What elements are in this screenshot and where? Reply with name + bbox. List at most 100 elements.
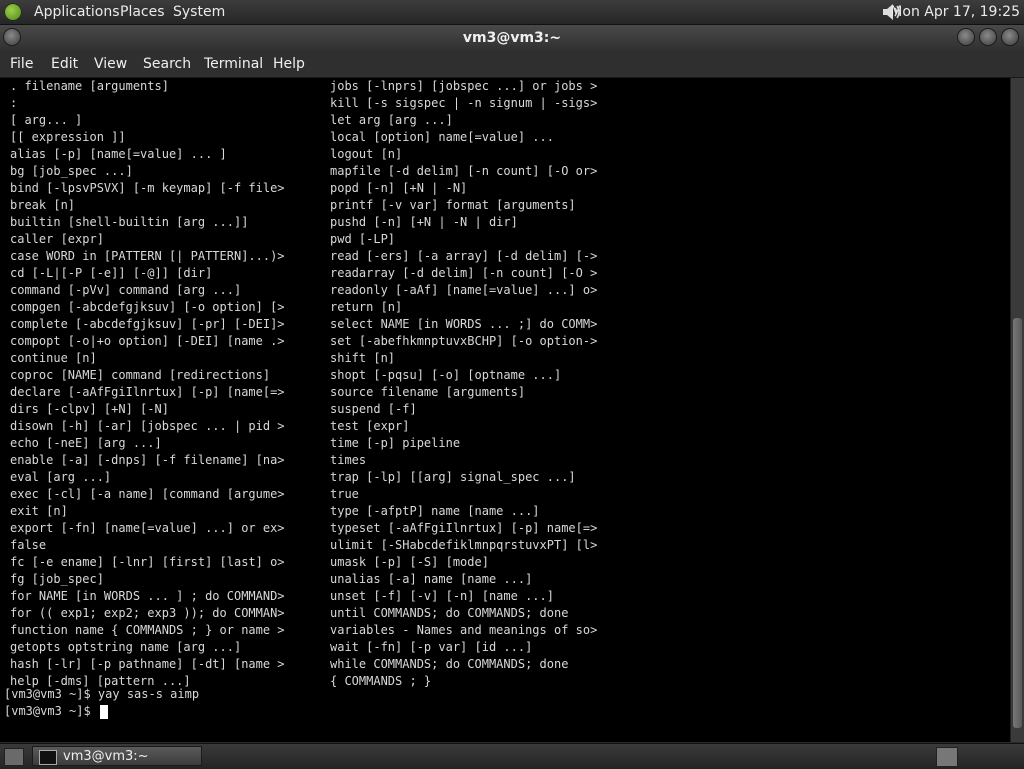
- menu-file[interactable]: File: [10, 51, 33, 77]
- menu-edit[interactable]: Edit: [51, 51, 78, 77]
- help-entry: variables - Names and meanings of so>: [330, 623, 598, 637]
- help-entry: time [-p] pipeline: [330, 436, 461, 450]
- scrollbar-thumb[interactable]: [1013, 318, 1022, 728]
- help-entry: test [expr]: [330, 419, 410, 433]
- bottom-panel: vm3@vm3:~: [0, 743, 1024, 769]
- help-entry: true: [330, 487, 359, 501]
- show-desktop-icon[interactable]: [4, 748, 24, 766]
- help-entry: popd [-n] [+N | -N]: [330, 181, 468, 195]
- help-entry: logout [n]: [330, 147, 403, 161]
- help-entry: getopts optstring name [arg ...]: [10, 640, 242, 654]
- help-entry: wait [-fn] [-p var] [id ...]: [330, 640, 533, 654]
- help-entry: break [n]: [10, 198, 76, 212]
- help-entry: alias [-p] [name[=value] ... ]: [10, 147, 227, 161]
- prompt-line-active[interactable]: [vm3@vm3 ~]$: [4, 703, 199, 720]
- system-menu[interactable]: System: [173, 0, 225, 24]
- window-menu-button[interactable]: [4, 29, 20, 45]
- help-entry: readonly [-aAf] [name[=value] ...] o>: [330, 283, 598, 297]
- help-entry: case WORD in [PATTERN [| PATTERN]...)>: [10, 249, 285, 263]
- help-entry: pushd [-n] [+N | -N | dir]: [330, 215, 518, 229]
- help-entry: unalias [-a] name [name ...]: [330, 572, 533, 586]
- help-entry: dirs [-clpv] [+N] [-N]: [10, 402, 169, 416]
- workspace-switcher-icon[interactable]: [936, 747, 958, 767]
- help-entry: command [-pVv] command [arg ...]: [10, 283, 242, 297]
- menu-help[interactable]: Help: [273, 51, 305, 77]
- close-button[interactable]: [1002, 29, 1018, 45]
- taskbar-item-label: vm3@vm3:~: [63, 749, 149, 764]
- menu-terminal[interactable]: Terminal: [204, 51, 263, 77]
- help-entry: for NAME [in WORDS ... ] ; do COMMAND>: [10, 589, 285, 603]
- help-entry: hash [-lr] [-p pathname] [-dt] [name >: [10, 657, 285, 671]
- help-entry: jobs [-lnprs] [jobspec ...] or jobs >: [330, 79, 598, 93]
- help-entry: caller [expr]: [10, 232, 104, 246]
- help-entry: enable [-a] [-dnps] [-f filename] [na>: [10, 453, 285, 467]
- prompt-text: [vm3@vm3 ~]$: [4, 704, 98, 718]
- maximize-button[interactable]: [980, 29, 996, 45]
- menu-view[interactable]: View: [94, 51, 127, 77]
- help-entry: trap [-lp] [[arg] signal_spec ...]: [330, 470, 576, 484]
- help-entry: readarray [-d delim] [-n count] [-O >: [330, 266, 598, 280]
- help-left-column: . filename [arguments]: [ arg... ] [[ expr…: [10, 78, 328, 690]
- help-entry: type [-afptP] name [name ...]: [330, 504, 540, 518]
- help-entry: disown [-h] [-ar] [jobspec ... | pid >: [10, 419, 285, 433]
- help-entry: [[ expression ]]: [10, 130, 126, 144]
- help-entry: false: [10, 538, 47, 552]
- help-entry: exec [-cl] [-a name] [command [argume>: [10, 487, 285, 501]
- help-entry: bind [-lpsvPSVX] [-m keymap] [-f file>: [10, 181, 285, 195]
- help-entry: builtin [shell-builtin [arg ...]]: [10, 215, 249, 229]
- help-entry: typeset [-aAfFgiIlnrtux] [-p] name[=>: [330, 521, 598, 535]
- help-entry: select NAME [in WORDS ... ;] do COMM>: [330, 317, 598, 331]
- help-entry: umask [-p] [-S] [mode]: [330, 555, 489, 569]
- help-entry: pwd [-LP]: [330, 232, 396, 246]
- help-entry: coproc [NAME] command [redirections]: [10, 368, 271, 382]
- help-entry: let arg [arg ...]: [330, 113, 453, 127]
- help-entry: complete [-abcdefgjksuv] [-pr] [-DEI]>: [10, 317, 285, 331]
- help-entry: fc [-e ename] [-lnr] [first] [last] o>: [10, 555, 285, 569]
- window-title: vm3@vm3:~: [462, 30, 562, 46]
- taskbar-item-terminal[interactable]: vm3@vm3:~: [32, 746, 202, 766]
- text-cursor: [99, 704, 108, 719]
- terminal-icon: [39, 750, 57, 765]
- help-entry: ulimit [-SHabcdefiklmnpqrstuvxPT] [l>: [330, 538, 598, 552]
- terminal-output[interactable]: . filename [arguments]: [ arg... ] [[ expr…: [0, 78, 1010, 742]
- clock[interactable]: Mon Apr 17, 19:25: [890, 0, 1020, 24]
- places-menu[interactable]: Places: [120, 0, 165, 24]
- help-entry: [ arg... ]: [10, 113, 83, 127]
- prompt-area: [vm3@vm3 ~]$ yay sas-s aimp [vm3@vm3 ~]$: [4, 686, 199, 720]
- help-entry: compgen [-abcdefgjksuv] [-o option] [>: [10, 300, 285, 314]
- help-entry: until COMMANDS; do COMMANDS; done: [330, 606, 569, 620]
- help-entry: shopt [-pqsu] [-o] [optname ...]: [330, 368, 562, 382]
- help-entry: suspend [-f]: [330, 402, 417, 416]
- help-entry: mapfile [-d delim] [-n count] [-O or>: [330, 164, 598, 178]
- help-entry: shift [n]: [330, 351, 396, 365]
- help-entry: compopt [-o|+o option] [-DEI] [name .>: [10, 334, 285, 348]
- help-entry: bg [job_spec ...]: [10, 164, 133, 178]
- help-entry: continue [n]: [10, 351, 97, 365]
- help-entry: source filename [arguments]: [330, 385, 526, 399]
- help-entry: export [-fn] [name[=value] ...] or ex>: [10, 521, 285, 535]
- minimize-button[interactable]: [958, 29, 974, 45]
- help-entry: unset [-f] [-v] [-n] [name ...]: [330, 589, 554, 603]
- terminal-menubar: File Edit View Search Terminal Help: [0, 51, 1024, 78]
- help-entry: exit [n]: [10, 504, 68, 518]
- help-entry: declare [-aAfFgiIlnrtux] [-p] [name[=>: [10, 385, 285, 399]
- distro-logo-icon[interactable]: [4, 3, 22, 21]
- help-entry: set [-abefhkmnptuvxBCHP] [-o option->: [330, 334, 598, 348]
- help-entry: echo [-neE] [arg ...]: [10, 436, 162, 450]
- help-entry: { COMMANDS ; }: [330, 674, 432, 688]
- help-entry: . filename [arguments]: [10, 79, 169, 93]
- terminal-scrollbar[interactable]: [1010, 78, 1024, 742]
- window-titlebar[interactable]: vm3@vm3:~: [0, 25, 1024, 51]
- help-entry: eval [arg ...]: [10, 470, 112, 484]
- help-entry: function name { COMMANDS ; } or name >: [10, 623, 285, 637]
- menu-search[interactable]: Search: [143, 51, 191, 77]
- help-entry: while COMMANDS; do COMMANDS; done: [330, 657, 569, 671]
- top-panel: Applications Places System Mon Apr 17, 1…: [0, 0, 1024, 25]
- help-right-column: jobs [-lnprs] [jobspec ...] or jobs > kil…: [330, 78, 1010, 690]
- help-entry: fg [job_spec]: [10, 572, 104, 586]
- help-entry: kill [-s sigspec | -n signum | -sigs>: [330, 96, 598, 110]
- prompt-line: [vm3@vm3 ~]$ yay sas-s aimp: [4, 687, 200, 701]
- applications-menu[interactable]: Applications: [34, 0, 120, 24]
- help-entry: return [n]: [330, 300, 403, 314]
- help-entry: :: [10, 96, 18, 110]
